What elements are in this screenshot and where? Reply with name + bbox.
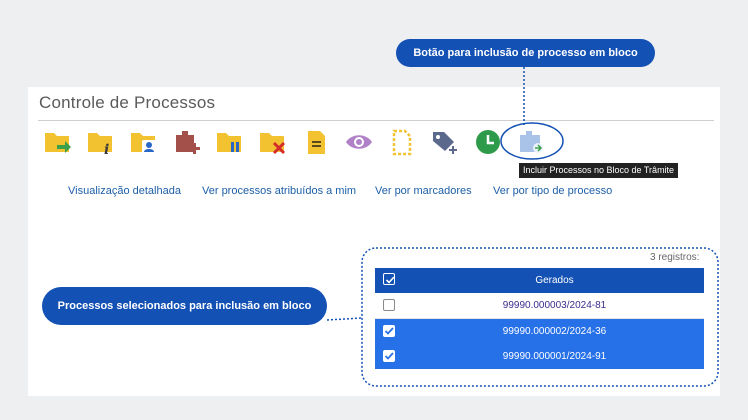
table-row: 99990.000001/2024-91 — [375, 344, 704, 369]
record-count: 3 registros: — [650, 252, 700, 263]
link-detailed-view[interactable]: Visualização detalhada — [68, 185, 181, 197]
callout-selected-processes: Processos selecionados para inclusão em … — [42, 287, 327, 325]
link-by-marker[interactable]: Ver por marcadores — [375, 185, 472, 197]
table-row: 99990.000003/2024-81 — [375, 293, 704, 319]
select-all-checkbox[interactable] — [383, 273, 395, 285]
document-note-icon[interactable] — [301, 128, 331, 156]
folder-close-icon[interactable] — [258, 128, 288, 156]
svg-text:i: i — [104, 142, 109, 156]
tooltip-include-block: Incluir Processos no Bloco de Trâmite — [519, 163, 679, 178]
link-assigned-to-me[interactable]: Ver processos atribuídos a mim — [202, 185, 356, 197]
add-block-icon[interactable] — [172, 128, 202, 156]
include-block-icon[interactable] — [516, 128, 546, 156]
dashed-document-icon[interactable] — [387, 128, 417, 156]
row-checkbox[interactable] — [383, 299, 395, 311]
column-header-generated: Gerados — [535, 275, 574, 286]
folder-info-icon[interactable]: i — [86, 128, 116, 156]
send-folder-icon[interactable] — [43, 128, 73, 156]
process-number-link[interactable]: 99990.000001/2024-91 — [405, 344, 704, 369]
table-header: Gerados — [375, 268, 704, 293]
processes-table: Gerados 99990.000003/2024-81 99990.00000… — [375, 268, 704, 369]
callout-include-button: Botão para inclusão de processo em bloco — [396, 39, 655, 67]
title-divider — [38, 120, 714, 121]
table-row: 99990.000002/2024-36 — [375, 319, 704, 344]
folder-pause-icon[interactable] — [215, 128, 245, 156]
clock-icon[interactable] — [473, 128, 503, 156]
process-number-link[interactable]: 99990.000003/2024-81 — [405, 293, 704, 318]
process-number-link[interactable]: 99990.000002/2024-36 — [405, 319, 704, 344]
row-checkbox[interactable] — [383, 350, 395, 362]
folder-user-icon[interactable] — [129, 128, 159, 156]
link-by-process-type[interactable]: Ver por tipo de processo — [493, 185, 612, 197]
tag-add-icon[interactable] — [430, 128, 460, 156]
eye-icon[interactable] — [344, 128, 374, 156]
page-title: Controle de Processos — [39, 93, 216, 112]
row-checkbox[interactable] — [383, 325, 395, 337]
